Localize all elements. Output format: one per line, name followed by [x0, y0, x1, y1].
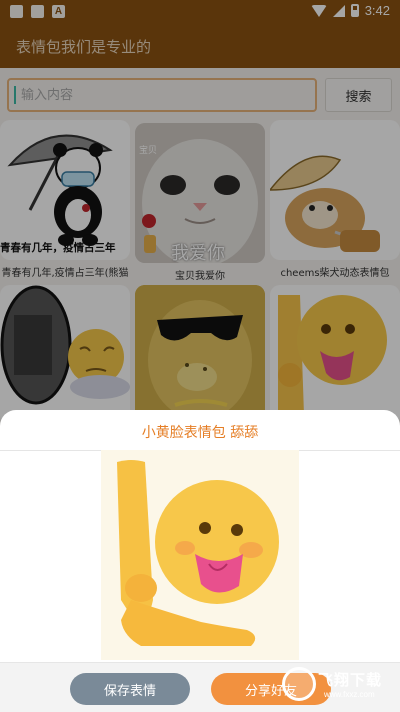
licking-emoji-icon — [101, 450, 299, 660]
watermark-logo: 飞翔下载 www.fxxz.com — [282, 663, 394, 707]
sheet-title: 小黄脸表情包 舔舔 — [141, 425, 259, 441]
preview-image — [101, 450, 299, 660]
watermark-circle-icon — [282, 667, 316, 701]
watermark-url: www.fxxz.com — [324, 690, 375, 699]
watermark-text: 飞翔下载 — [318, 671, 383, 689]
save-sticker-button[interactable]: 保存表情 — [70, 673, 190, 705]
